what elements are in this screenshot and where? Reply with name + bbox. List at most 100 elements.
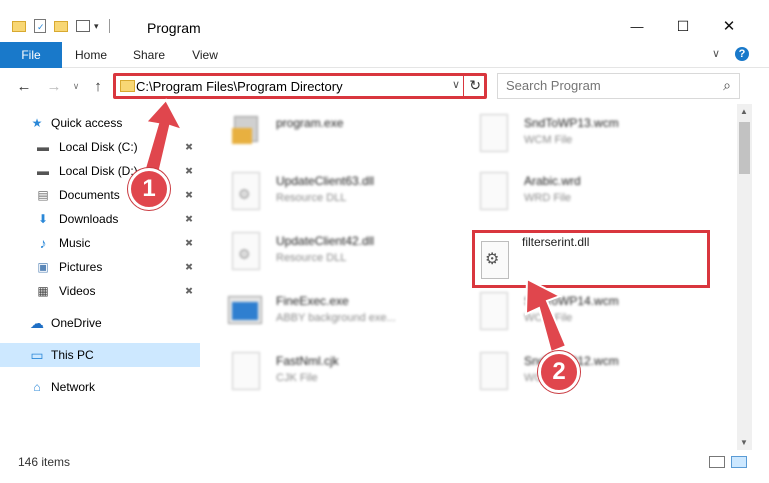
- file-name: FineExec.exe: [276, 294, 349, 308]
- list-item[interactable]: SndToWP13.wcm WCM File: [476, 112, 716, 168]
- cloud-icon: ☁: [30, 314, 44, 331]
- sidebar-item-local-disk-d[interactable]: ▬ Local Disk (D:) ✚: [0, 159, 200, 183]
- folder-icon: [120, 80, 135, 92]
- file-name: SndToWP13.wcm: [524, 116, 619, 130]
- pin-icon[interactable]: ✚: [181, 236, 195, 250]
- tab-home[interactable]: Home: [68, 42, 114, 68]
- sidebar-item-network[interactable]: ⌂ Network: [0, 375, 200, 399]
- close-button[interactable]: ✕: [706, 12, 752, 40]
- list-item[interactable]: SndToWP12.wcm WCM File: [476, 350, 716, 406]
- file-name: UpdateClient42.dll: [276, 234, 375, 248]
- list-item[interactable]: ⚙ UpdateClient42.dll Resource DLL: [228, 230, 468, 286]
- large-icons-view-icon[interactable]: [731, 456, 747, 468]
- search-box[interactable]: ⌕: [497, 73, 740, 99]
- expand-ribbon-icon[interactable]: ∨: [712, 47, 720, 60]
- sidebar-item-local-disk-c[interactable]: ▬ Local Disk (C:) ✚: [0, 135, 200, 159]
- file-type: Resource DLL: [276, 192, 347, 204]
- music-icon: ♪: [39, 235, 47, 251]
- chevron-down-icon[interactable]: ∨: [452, 78, 460, 91]
- sidebar-item-label: OneDrive: [51, 316, 102, 330]
- scroll-up-icon[interactable]: ▲: [740, 107, 748, 116]
- toolbar-separator: [108, 19, 110, 33]
- sidebar-item-label: Quick access: [51, 116, 123, 130]
- scrollbar-thumb[interactable]: [739, 122, 750, 174]
- tab-view[interactable]: View: [182, 42, 228, 68]
- file-type: WCM File: [524, 312, 573, 324]
- maximize-button[interactable]: ☐: [660, 12, 706, 40]
- help-icon[interactable]: ?: [735, 47, 749, 61]
- search-icon: ⌕: [723, 77, 731, 93]
- list-item[interactable]: FastNml.cjk CJK File: [228, 350, 468, 406]
- chevron-down-icon[interactable]: ▾: [94, 21, 99, 32]
- sidebar-item-label: Local Disk (D:): [59, 164, 138, 178]
- address-separator: [463, 76, 464, 96]
- item-count: 146 items: [18, 455, 71, 469]
- file-name: FastNml.cjk: [276, 354, 339, 368]
- list-item[interactable]: ⚙ UpdateClient63.dll Resource DLL: [228, 170, 468, 226]
- sidebar-item-quick-access[interactable]: ★ Quick access: [0, 111, 200, 135]
- details-view-icon[interactable]: [709, 456, 725, 468]
- sidebar-item-label: Local Disk (C:): [59, 140, 138, 154]
- address-path[interactable]: C:\Program Files\Program Directory: [136, 79, 343, 94]
- ribbon: File Home Share View ∨ ?: [0, 42, 769, 98]
- pin-icon[interactable]: ✚: [181, 260, 195, 274]
- document-icon: [476, 352, 508, 392]
- status-bar: 146 items: [0, 450, 769, 483]
- tab-share[interactable]: Share: [126, 42, 172, 68]
- file-type: WCM File: [524, 134, 573, 146]
- sidebar-item-this-pc[interactable]: ▭ This PC: [0, 343, 200, 367]
- vertical-scrollbar[interactable]: ▲ ▼: [737, 104, 752, 450]
- recent-locations-button[interactable]: ∨: [66, 76, 86, 96]
- network-icon: ⌂: [33, 380, 41, 394]
- back-button[interactable]: ←: [14, 76, 34, 96]
- document-icon: [228, 352, 260, 392]
- file-type: Resource DLL: [276, 252, 347, 264]
- refresh-icon[interactable]: ↻: [469, 77, 481, 94]
- customize-toolbar-icon[interactable]: [76, 20, 90, 32]
- highlighted-file[interactable]: ⚙ filterserint.dll: [472, 230, 710, 288]
- list-item[interactable]: FineExec.exe ABBY background exe...: [228, 290, 468, 346]
- forward-button[interactable]: →: [44, 76, 64, 96]
- pin-icon[interactable]: ✚: [181, 284, 195, 298]
- sidebar-item-onedrive[interactable]: ☁ OneDrive: [0, 311, 200, 335]
- pin-icon[interactable]: ✚: [181, 164, 195, 178]
- documents-icon: ▤: [37, 188, 49, 202]
- sidebar-item-downloads[interactable]: ⬇ Downloads ✚: [0, 207, 200, 231]
- drive-icon: ▬: [37, 140, 49, 154]
- address-bar[interactable]: C:\Program Files\Program Directory ∨ ↻: [113, 73, 487, 99]
- pin-icon[interactable]: ✚: [181, 140, 195, 154]
- minimize-button[interactable]: —: [614, 12, 660, 40]
- search-input[interactable]: [506, 78, 706, 93]
- list-item[interactable]: SndToWP14.wcm WCM File: [476, 290, 716, 346]
- pin-icon[interactable]: ✚: [181, 188, 195, 202]
- pin-icon[interactable]: ✚: [181, 212, 195, 226]
- new-folder-icon[interactable]: [54, 20, 68, 32]
- file-type: ABBY background exe...: [276, 312, 396, 324]
- file-type: CJK File: [276, 372, 318, 384]
- address-row: ← → ∨ ↑ C:\Program Files\Program Directo…: [0, 68, 769, 104]
- file-name: UpdateClient63.dll: [276, 174, 375, 188]
- file-type: WRD File: [524, 192, 572, 204]
- window-title: Program: [147, 20, 201, 36]
- callout-2: 2: [538, 351, 580, 393]
- document-icon: [476, 292, 508, 332]
- sidebar-item-videos[interactable]: ▦ Videos ✚: [0, 279, 200, 303]
- scroll-down-icon[interactable]: ▼: [740, 438, 748, 447]
- gear-icon: ⚙: [485, 251, 500, 268]
- properties-icon[interactable]: ✓: [34, 19, 46, 33]
- computer-icon: ▭: [30, 346, 44, 363]
- sidebar-item-documents[interactable]: ▤ Documents ✚: [0, 183, 200, 207]
- sidebar-item-pictures[interactable]: ▣ Pictures ✚: [0, 255, 200, 279]
- up-button[interactable]: ↑: [88, 76, 108, 96]
- pictures-icon: ▣: [37, 260, 49, 274]
- sidebar-item-label: Music: [59, 236, 91, 250]
- document-icon: [476, 114, 508, 154]
- sidebar-item-music[interactable]: ♪ Music ✚: [0, 231, 200, 255]
- list-item[interactable]: program.exe: [228, 112, 468, 168]
- list-item[interactable]: Arabic.wrd WRD File: [476, 170, 716, 226]
- file-name: filterserint.dll: [522, 235, 590, 249]
- dll-file-icon: ⚙: [228, 172, 260, 212]
- download-icon: ⬇: [37, 212, 49, 226]
- file-name: SndToWP14.wcm: [524, 294, 619, 308]
- file-name: program.exe: [276, 116, 344, 130]
